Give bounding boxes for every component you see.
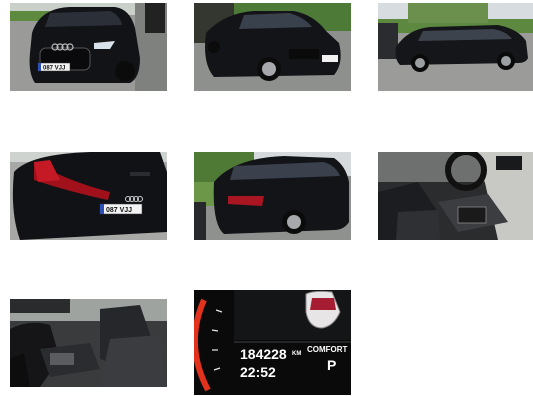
photo-thumbnail-7[interactable] — [10, 299, 167, 387]
interior-seats-image — [10, 299, 167, 387]
interior-console-image — [378, 152, 533, 240]
photo-thumbnail-5[interactable] — [194, 152, 351, 240]
photo-thumbnail-2[interactable] — [194, 3, 351, 91]
drive-mode-label: COMFORT — [307, 345, 348, 354]
clock-display: 22:52 — [240, 364, 276, 380]
odometer-unit: KM — [292, 351, 302, 357]
gear-indicator: P — [327, 357, 337, 373]
rear-plate-text: 087 VJJ — [106, 207, 132, 214]
front-side-view-image — [194, 3, 351, 91]
front-view-image: 087 VJJ — [10, 3, 167, 91]
odometer-reading: 184228 — [240, 346, 287, 362]
photo-thumbnail-6[interactable] — [378, 152, 533, 240]
photo-thumbnail-3[interactable] — [378, 3, 533, 91]
front-plate-text: 087 VJJ — [43, 66, 65, 72]
rear-side-view-image — [194, 152, 351, 240]
photo-thumbnail-1[interactable]: 087 VJJ — [10, 3, 167, 91]
side-view-image — [378, 3, 533, 91]
rear-view-image: 087 VJJ — [10, 152, 167, 240]
photo-thumbnail-4[interactable]: 087 VJJ — [10, 152, 167, 240]
photo-thumbnail-8[interactable]: 184228 KM 22:52 COMFORT P — [194, 290, 351, 395]
